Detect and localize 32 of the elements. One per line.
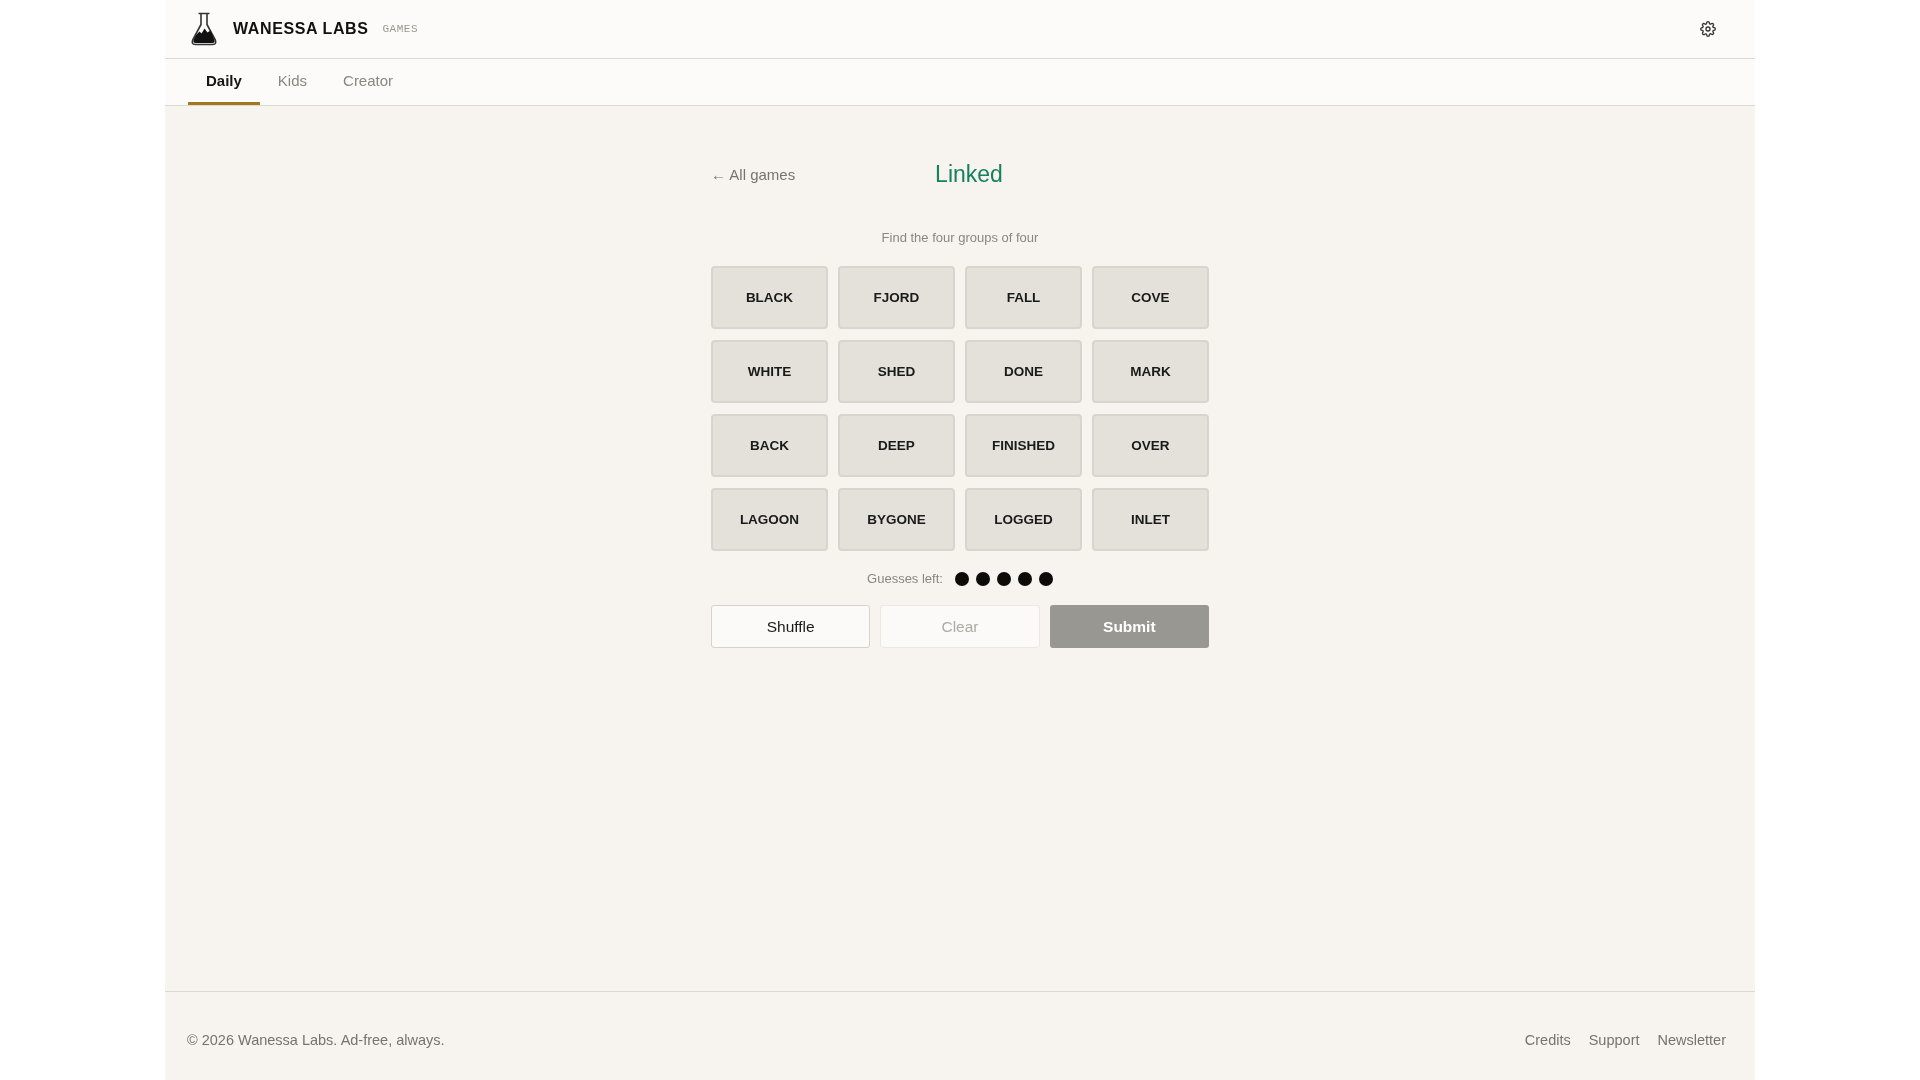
nav-tab[interactable]: Daily (188, 59, 260, 105)
flask-icon (190, 12, 218, 46)
back-link[interactable]: ← All games (711, 165, 796, 183)
word-tile[interactable]: COVE (1092, 266, 1209, 329)
game-title: Linked (935, 160, 1003, 188)
word-tile[interactable]: LAGOON (711, 488, 828, 551)
footer-link[interactable]: Credits (1524, 1032, 1571, 1048)
word-tile[interactable]: FALL (965, 266, 1082, 329)
copyright-text: © 2026 Wanessa Labs. Ad-free, always. (187, 1032, 445, 1048)
word-tile[interactable]: BACK (711, 414, 828, 477)
nav-tab[interactable]: Kids (259, 59, 326, 105)
guesses-label: Guesses left: (867, 571, 943, 586)
word-tile[interactable]: LOGGED (965, 488, 1082, 551)
action-button[interactable]: Shuffle (711, 605, 871, 648)
word-tile[interactable]: INLET (1092, 488, 1209, 551)
footer-link[interactable]: Newsletter (1657, 1032, 1726, 1048)
footer-link[interactable]: Support (1588, 1032, 1640, 1048)
word-tile[interactable]: FINISHED (965, 414, 1082, 477)
settings-icon (1700, 21, 1716, 37)
word-tile[interactable]: DONE (965, 340, 1082, 403)
brand-name: WANESSA LABS (233, 20, 369, 38)
brand-tag: GAMES (382, 23, 419, 35)
instructions-text: Find the four groups of four (881, 230, 1039, 246)
word-tile[interactable]: BYGONE (838, 488, 955, 551)
nav-tab[interactable]: Creator (325, 59, 412, 105)
word-tile[interactable]: BLACK (711, 266, 828, 329)
word-tile[interactable]: DEEP (838, 414, 955, 477)
word-tile[interactable]: FJORD (838, 266, 955, 329)
word-tile[interactable]: OVER (1092, 414, 1209, 477)
word-tile[interactable]: WHITE (711, 340, 828, 403)
word-tile[interactable]: MARK (1092, 340, 1209, 403)
word-tile[interactable]: SHED (838, 340, 955, 403)
